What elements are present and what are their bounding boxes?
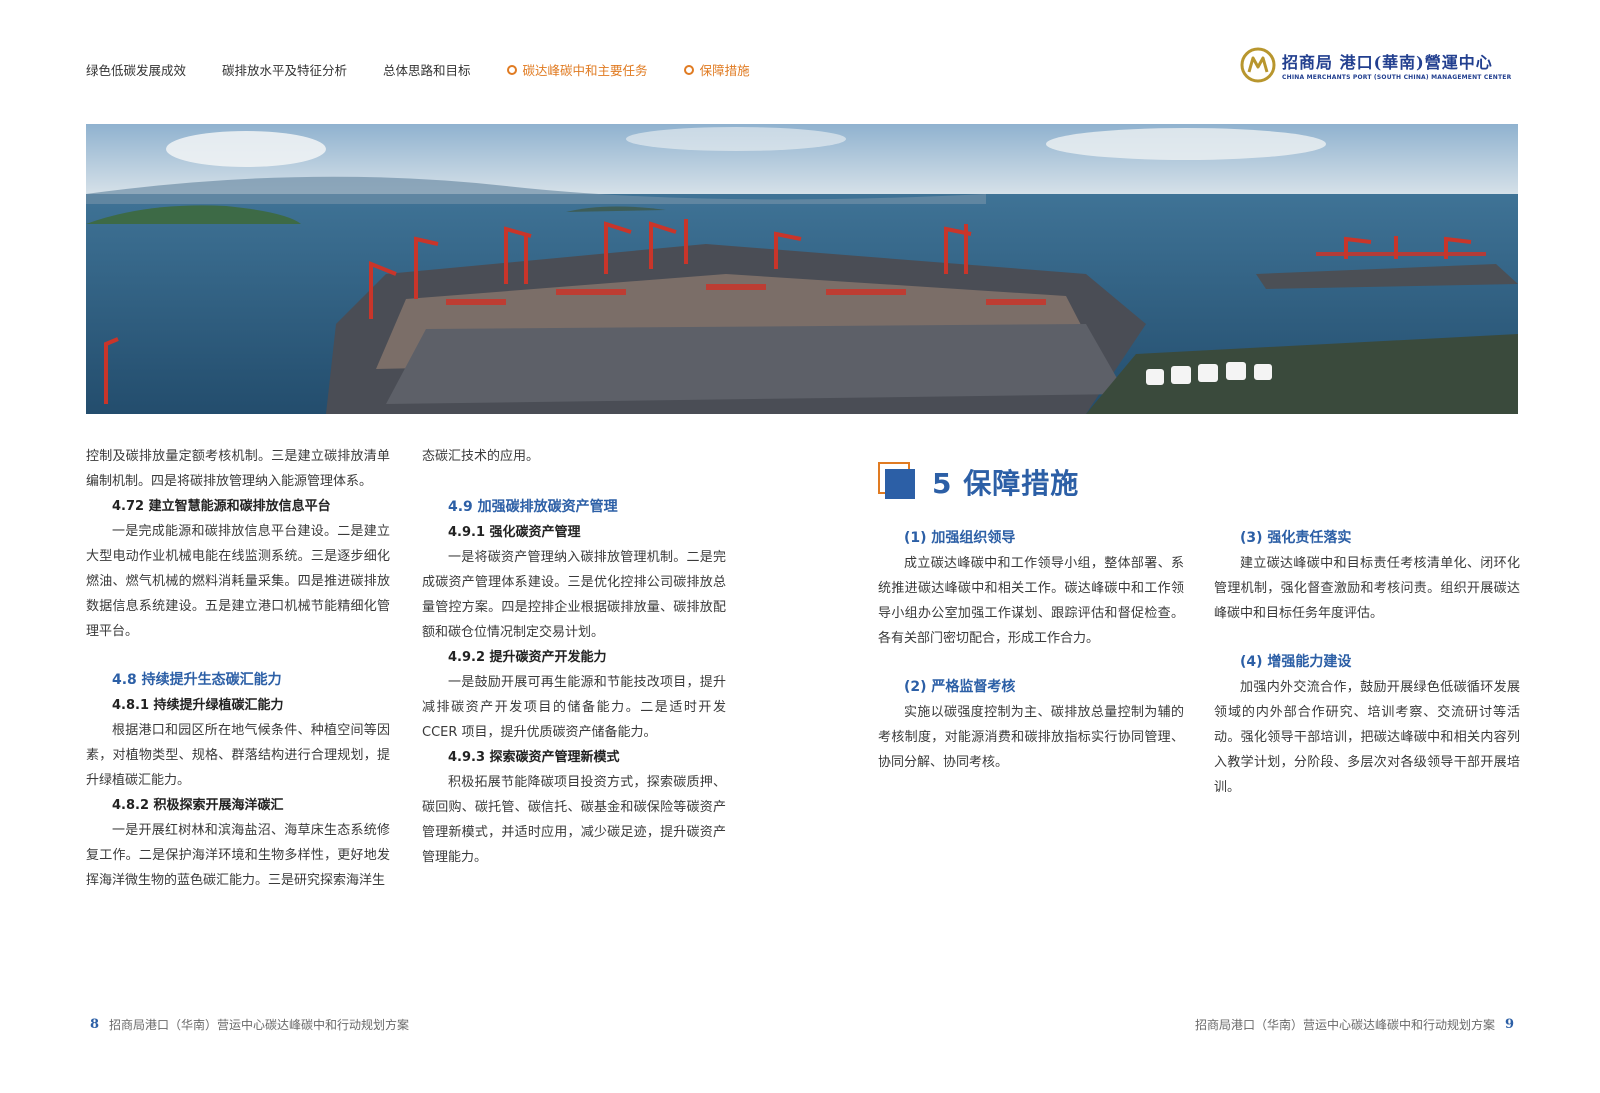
footer-right-title: 招商局港口（华南）营运中心碳达峰碳中和行动规划方案 (1194, 1018, 1495, 1032)
paragraph-4-8-1: 根据港口和园区所在地气候条件、种植空间等因素，对植物类型、规格、群落结构进行合理… (86, 723, 390, 788)
heading-4-9: 4.9 加强碳排放碳资产管理 (448, 499, 618, 515)
nav-item-label: 绿色低碳发展成效 (86, 63, 187, 78)
target-dot-icon (683, 64, 694, 75)
middle-text-column: 态碳汇技术的应用。 4.9 加强碳排放碳资产管理 4.9.1 强化碳资产管理 一… (422, 444, 726, 870)
heading-organization-leadership: (1) 加强组织领导 (904, 530, 1016, 546)
paragraph-4-9-3: 积极拓展节能降碳项目投资方式，探索碳质押、碳回购、碳托管、碳信托、碳基金和碳保险… (422, 775, 726, 865)
section-5-column-right: (3) 强化责任落实 建立碳达峰碳中和目标责任考核清单化、闭环化管理机制，强化督… (1214, 526, 1520, 800)
nav-item-main-tasks[interactable]: 碳达峰碳中和主要任务 (506, 60, 648, 79)
heading-responsibility: (3) 强化责任落实 (1240, 530, 1352, 546)
footer-left: 8 招商局港口（华南）营运中心碳达峰碳中和行动规划方案 (90, 1016, 409, 1033)
section-5-heading: 5 保障措施 (932, 467, 1080, 500)
paragraph-4-9-1: 一是将碳资产管理纳入碳排放管理机制。二是完成碳资产管理体系建设。三是优化控排公司… (422, 550, 726, 640)
nav-item-label: 碳达峰碳中和主要任务 (522, 63, 648, 78)
nav-item-label: 总体思路和目标 (383, 63, 471, 78)
paragraph-4-8-2: 一是开展红树林和滨海盐沼、海草床生态系统修复工作。二是保护海洋环境和生物多样性，… (86, 823, 390, 888)
top-navigation: 绿色低碳发展成效 碳排放水平及特征分析 总体思路和目标 碳达峰碳中和主要任务 保… (86, 60, 786, 79)
cmg-logo-icon (1240, 47, 1276, 83)
nav-item-emission-analysis[interactable]: 碳排放水平及特征分析 (222, 60, 347, 79)
section-5-title: 5 保障措施 (878, 462, 1079, 502)
paragraph-organization-leadership: 成立碳达峰碳中和工作领导小组，整体部署、系统推进碳达峰碳中和相关工作。碳达峰碳中… (878, 556, 1184, 646)
company-logo: 招商局 港口(華南)營運中心 CHINA MERCHANTS PORT (SOU… (1240, 45, 1520, 85)
footer-right: 招商局港口（华南）营运中心碳达峰碳中和行动规划方案 9 (1195, 1016, 1514, 1033)
heading-4-8-1: 4.8.1 持续提升绿植碳汇能力 (112, 698, 284, 713)
paragraph-responsibility: 建立碳达峰碳中和目标责任考核清单化、闭环化管理机制，强化督查激励和考核问责。组织… (1214, 556, 1520, 621)
paragraph-4-72: 一是完成能源和碳排放信息平台建设。二是建立大型电动作业机械电能在线监测系统。三是… (86, 524, 390, 639)
nav-item-label: 保障措施 (699, 63, 750, 78)
nav-item-label: 碳排放水平及特征分析 (222, 63, 348, 78)
paragraph-supervision-assessment: 实施以碳强度控制为主、碳排放总量控制为辅的考核制度，对能源消费和碳排放指标实行协… (878, 705, 1184, 770)
logo-english-name: CHINA MERCHANTS PORT (SOUTH CHINA) MANAG… (1282, 74, 1512, 81)
logo-chinese-name: 招商局 港口(華南)營運中心 (1282, 53, 1493, 72)
heading-capacity-building: (4) 增强能力建设 (1240, 654, 1352, 670)
heading-4-72: 4.72 建立智慧能源和碳排放信息平台 (112, 499, 331, 514)
heading-4-8: 4.8 持续提升生态碳汇能力 (112, 672, 282, 688)
heading-supervision-assessment: (2) 严格监督考核 (904, 679, 1016, 695)
section-5-column-left: (1) 加强组织领导 成立碳达峰碳中和工作领导小组，整体部署、系统推进碳达峰碳中… (878, 526, 1184, 775)
paragraph-capacity-building: 加强内外交流合作，鼓励开展绿色低碳循环发展领域的内外部合作研究、培训考察、交流研… (1214, 680, 1520, 795)
target-dot-icon (506, 64, 517, 75)
section-square-icon (878, 462, 918, 502)
heading-4-9-1: 4.9.1 强化碳资产管理 (448, 525, 581, 540)
heading-4-8-2: 4.8.2 积极探索开展海洋碳汇 (112, 798, 284, 813)
heading-4-9-3: 4.9.3 探索碳资产管理新模式 (448, 750, 620, 765)
nav-item-green-lowcarbon[interactable]: 绿色低碳发展成效 (86, 60, 186, 79)
heading-4-9-2: 4.9.2 提升碳资产开发能力 (448, 650, 607, 665)
paragraph-carbon-sink-tech: 态碳汇技术的应用。 (422, 449, 540, 464)
paragraph-4-9-2: 一是鼓励开展可再生能源和节能技改项目，提升减排碳资产开发项目的储备能力。二是适时… (422, 675, 726, 740)
footer-left-title: 招商局港口（华南）营运中心碳达峰碳中和行动规划方案 (109, 1018, 410, 1032)
port-panorama-image (86, 124, 1518, 414)
page-number-right: 9 (1504, 1017, 1514, 1032)
port-panorama-illustration (86, 124, 1518, 414)
paragraph-emission-control: 控制及碳排放量定额考核机制。三是建立碳排放清单编制机制。四是将碳排放管理纳入能源… (86, 449, 390, 489)
page-number-left: 8 (90, 1017, 100, 1032)
nav-item-safeguards[interactable]: 保障措施 (683, 60, 750, 79)
left-text-column: 控制及碳排放量定额考核机制。三是建立碳排放清单编制机制。四是将碳排放管理纳入能源… (86, 444, 390, 893)
nav-item-overall-goals[interactable]: 总体思路和目标 (383, 60, 471, 79)
